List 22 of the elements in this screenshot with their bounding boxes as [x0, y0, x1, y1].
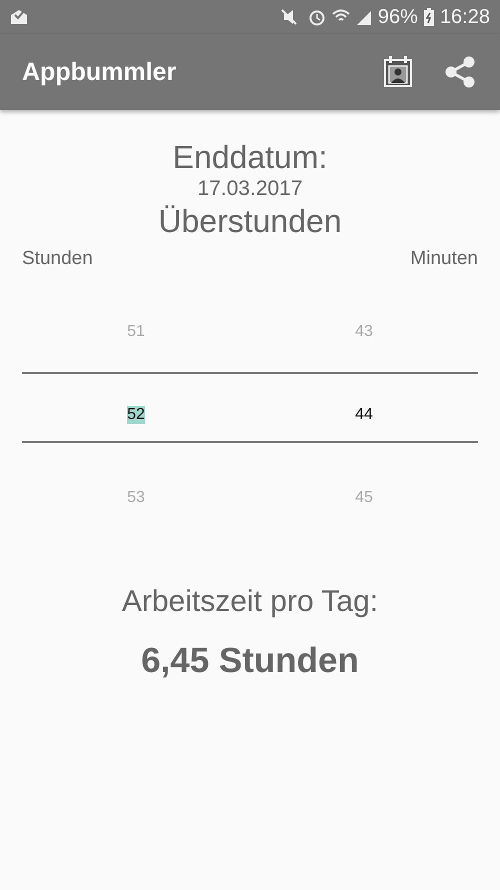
end-date-label: Enddatum:	[172, 138, 328, 176]
battery-icon	[424, 8, 434, 26]
picker-value[interactable]: 44	[355, 406, 373, 424]
alarm-icon	[308, 8, 326, 26]
mail-icon	[10, 9, 28, 25]
end-date-value: 17.03.2017	[197, 176, 303, 202]
picker-value[interactable]: 53	[127, 488, 145, 506]
app-title: Appbummler	[22, 58, 178, 86]
signal-icon	[356, 9, 372, 25]
picker-value[interactable]: 43	[355, 322, 373, 340]
column-label: Stunden	[22, 248, 93, 270]
picker-value[interactable]: 51	[127, 322, 145, 340]
picker-value[interactable]: 52	[127, 406, 145, 424]
column-label: Minuten	[410, 248, 478, 270]
work-time-label: Arbeitszeit pro Tag:	[122, 585, 378, 619]
work-time-value: 6,45 Stunden	[141, 641, 359, 681]
battery-text: 96%	[378, 6, 418, 28]
clock-text: 16:28	[440, 6, 490, 28]
picker-value[interactable]: 45	[355, 488, 373, 506]
calendar-person-icon	[383, 56, 413, 88]
overtime-title: Überstunden	[158, 202, 342, 240]
share-icon	[443, 55, 477, 89]
